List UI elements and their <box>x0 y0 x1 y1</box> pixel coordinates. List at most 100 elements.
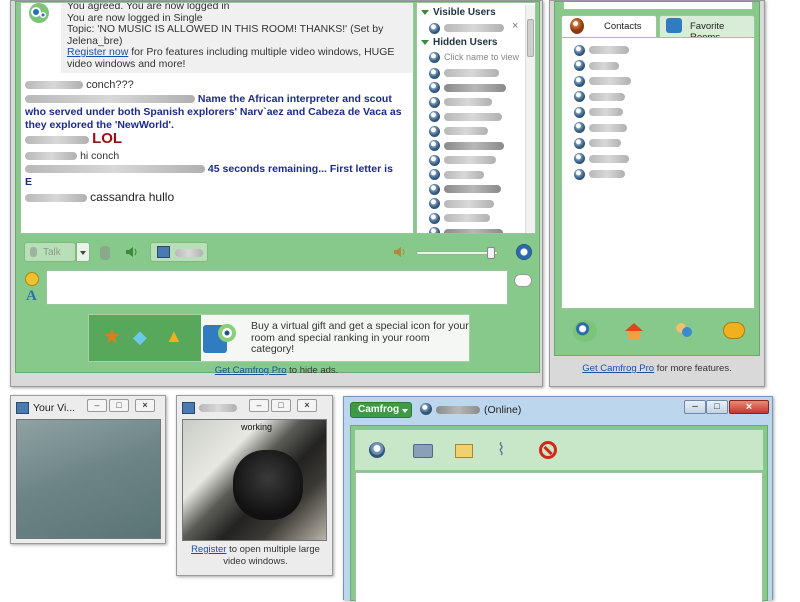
list-item[interactable] <box>574 106 754 122</box>
list-item[interactable] <box>429 82 519 97</box>
camfrog-video-icon[interactable] <box>369 442 385 458</box>
user-icon <box>429 22 440 34</box>
rooms-icon <box>666 18 682 33</box>
volume-slider[interactable] <box>416 247 498 259</box>
list-item[interactable] <box>429 183 519 198</box>
webcam-icon <box>16 402 29 414</box>
list-item[interactable] <box>429 212 519 227</box>
message-bubble-icon[interactable] <box>723 322 745 339</box>
system-line: Topic: 'NO MUSIC IS ALLOWED IN THIS ROOM… <box>67 23 384 47</box>
user-icon <box>574 44 585 56</box>
redacted-username <box>25 136 89 145</box>
chat-log: You agreed. You are now logged in You ar… <box>20 2 414 234</box>
user-list-scrollbar[interactable] <box>525 5 535 233</box>
home-icon[interactable] <box>623 320 645 342</box>
paperclip-icon[interactable]: ⌇ <box>497 441 505 459</box>
maximize-button[interactable]: □ <box>271 399 291 412</box>
contact-card-icon[interactable] <box>455 444 473 458</box>
im-toolbar: ⌇ <box>355 430 763 470</box>
window-title: Your Vi... <box>33 402 76 414</box>
maximize-button[interactable]: □ <box>706 400 728 414</box>
minimize-button[interactable]: – <box>87 399 107 412</box>
maximize-button[interactable]: □ <box>109 399 129 412</box>
your-video-window: Your Vi... – □ × <box>10 395 166 544</box>
camfrog-logo-icon <box>201 319 239 357</box>
star-icon: ★ <box>103 326 121 348</box>
list-item[interactable] <box>429 227 519 233</box>
message-input-area: A <box>20 268 535 308</box>
camera-icon[interactable] <box>413 444 433 458</box>
font-format-icon[interactable]: A <box>26 288 37 305</box>
minimize-button[interactable]: – <box>684 400 706 414</box>
ad-banner[interactable]: ★ ◆ ▲ Buy a virtual gift and get a speci… <box>88 314 470 362</box>
list-item[interactable] <box>429 96 519 111</box>
chevron-down-icon <box>80 251 86 255</box>
visible-users-header[interactable]: Visible Users <box>421 7 521 18</box>
list-item[interactable] <box>574 137 754 153</box>
volume-slider-handle[interactable] <box>487 247 495 259</box>
register-link[interactable]: Register <box>191 544 226 555</box>
im-message-area[interactable] <box>355 472 763 602</box>
microphone-level-icon[interactable] <box>100 246 110 260</box>
smiley-icon[interactable] <box>25 272 39 286</box>
user-icon <box>574 60 585 72</box>
block-icon[interactable] <box>539 441 557 459</box>
list-item[interactable] <box>574 122 754 138</box>
list-item[interactable] <box>574 75 754 91</box>
close-button[interactable]: × <box>135 399 155 412</box>
message-input[interactable] <box>46 270 508 305</box>
camfrog-menu-button[interactable]: Camfrog <box>350 402 412 418</box>
contacts-icon <box>570 18 584 34</box>
get-camfrog-pro-link[interactable]: Get Camfrog Pro <box>582 363 654 374</box>
your-video-feed <box>16 419 161 539</box>
list-item[interactable] <box>429 169 519 184</box>
im-frame: ⌇ <box>350 425 768 602</box>
settings-gear-icon[interactable] <box>516 244 532 260</box>
microphone-icon <box>30 247 37 257</box>
list-item[interactable] <box>574 168 754 184</box>
list-item[interactable] <box>574 60 754 76</box>
add-contact-icon[interactable] <box>673 320 695 342</box>
chat-message: Name the African interpreter and scout w… <box>25 93 402 131</box>
speaker-volume-icon[interactable] <box>392 244 408 260</box>
user-icon <box>429 154 440 166</box>
tab-contacts[interactable]: Contacts <box>561 15 657 37</box>
list-item[interactable] <box>429 67 519 82</box>
list-item[interactable] <box>574 153 754 169</box>
video-viewer-button[interactable] <box>150 242 208 262</box>
list-item[interactable] <box>429 198 519 213</box>
talk-button[interactable]: Talk <box>24 242 76 262</box>
chevron-down-icon <box>402 409 408 413</box>
contacts-search-bar[interactable] <box>563 2 753 10</box>
close-icon[interactable]: × <box>512 20 518 32</box>
list-item[interactable] <box>574 91 754 107</box>
get-camfrog-pro-link[interactable]: Get Camfrog Pro <box>215 365 287 376</box>
user-icon <box>574 75 585 87</box>
list-item[interactable] <box>429 111 519 126</box>
list-item[interactable] <box>429 125 519 140</box>
list-item[interactable] <box>574 44 754 60</box>
user-list-panel: Visible Users × Hidden Users Click name … <box>416 2 536 234</box>
close-button[interactable]: × <box>297 399 317 412</box>
speaker-volume-icon[interactable] <box>124 244 140 260</box>
minimize-button[interactable]: – <box>249 399 269 412</box>
redacted-username <box>199 404 237 412</box>
scrollbar-thumb[interactable] <box>527 19 534 57</box>
tab-favorite-rooms[interactable]: Favorite Rooms <box>659 15 755 43</box>
close-button[interactable]: × <box>729 400 769 414</box>
camfrog-logo-icon[interactable] <box>573 320 597 342</box>
list-item[interactable] <box>429 154 519 169</box>
register-now-link[interactable]: Register now <box>67 46 128 58</box>
list-item[interactable] <box>429 140 519 155</box>
user-icon <box>574 91 585 103</box>
user-icon <box>574 106 585 118</box>
register-hint: Register to open multiple large video wi… <box>191 544 320 567</box>
talk-dropdown-button[interactable] <box>76 242 90 262</box>
chat-message: hi conch <box>25 150 410 162</box>
visible-user-item[interactable] <box>429 22 519 34</box>
chat-room-window: You agreed. You are now logged in You ar… <box>10 0 543 387</box>
chat-room-frame: You agreed. You are now logged in You ar… <box>15 1 540 373</box>
send-bubble-icon[interactable] <box>514 274 532 287</box>
redacted-username <box>25 165 205 174</box>
hidden-users-header[interactable]: Hidden Users <box>421 37 521 48</box>
